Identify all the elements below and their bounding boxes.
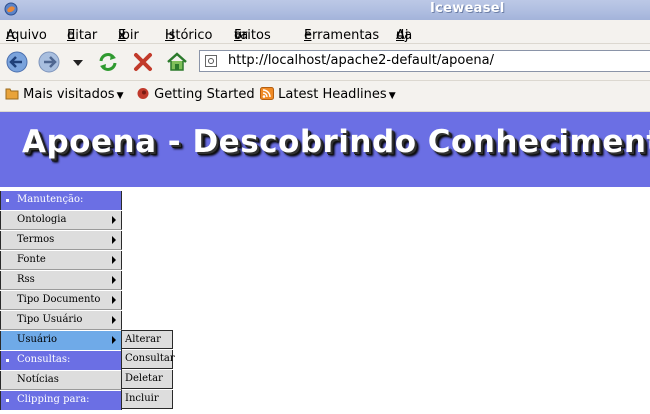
submenu-arrow-icon: [112, 236, 116, 244]
bookmarks-toolbar: Mais visitados ▼ Getting Started Latest H…: [0, 81, 650, 112]
banner-title: Apoena - Descobrindo Conhecimento: [22, 124, 650, 160]
submenu-arrow-icon: [112, 256, 116, 264]
menu-item-tipo-usuario[interactable]: Tipo Usuário: [0, 311, 122, 330]
submenu-item-deletar[interactable]: Deletar: [121, 370, 173, 389]
site-menu: Manutenção: Ontologia Termos Fonte Rss T…: [0, 191, 122, 411]
submenu-arrow-icon: [112, 336, 116, 344]
bullet-icon: [6, 359, 9, 362]
menubar: Arquivo Editar Ex ibir Histórico Fa v orito…: [0, 20, 650, 44]
menu-header-consultas: Consultas:: [0, 351, 122, 370]
submenu-item-incluir[interactable]: Incluir: [121, 390, 173, 409]
submenu-arrow-icon: [112, 296, 116, 304]
bookmark-getting-started[interactable]: Getting Started: [136, 87, 255, 102]
menu-item-rss[interactable]: Rss: [0, 271, 122, 290]
submenu-arrow-icon: [112, 316, 116, 324]
bullet-icon: [6, 399, 9, 402]
menu-item-usuario[interactable]: Usuário: [0, 331, 122, 350]
submenu-item-consultar[interactable]: Consultar: [121, 350, 175, 369]
folder-icon: [5, 88, 19, 100]
usuario-submenu: Alterar Consultar Deletar Incluir: [121, 330, 175, 410]
menu-item-fonte[interactable]: Fonte: [0, 251, 122, 270]
page-favicon-icon: [205, 55, 217, 67]
menu-item-ontologia[interactable]: Ontologia: [0, 211, 122, 230]
url-text: http://localhost/apache2-default/apoena/: [228, 53, 494, 68]
submenu-item-alterar[interactable]: Alterar: [121, 330, 173, 349]
history-dropdown-icon[interactable]: [70, 50, 86, 74]
home-icon[interactable]: [165, 50, 189, 74]
back-arrow-icon[interactable]: [5, 50, 29, 74]
url-bar[interactable]: http://localhost/apache2-default/apoena/: [199, 50, 650, 72]
menu-header-manutencao: Manutenção:: [0, 191, 122, 210]
menu-item-termos[interactable]: Termos: [0, 231, 122, 250]
bookmark-latest-headlines[interactable]: Latest Headlines ▼: [260, 87, 396, 102]
rss-feed-icon: [260, 87, 274, 100]
submenu-arrow-icon: [112, 216, 116, 224]
reload-icon[interactable]: [96, 50, 120, 74]
page-banner: Apoena - Descobrindo Conhecimento: [0, 112, 650, 187]
menu-item-noticias[interactable]: Notícias: [0, 371, 122, 390]
menu-item-tipo-documento[interactable]: Tipo Documento: [0, 291, 122, 310]
stop-icon[interactable]: [131, 50, 155, 74]
forward-arrow-icon[interactable]: [37, 50, 61, 74]
bullet-icon: [6, 199, 9, 202]
browser-app-icon: [4, 2, 18, 16]
firefox-icon: [137, 88, 149, 99]
window-title: Iceweasel: [430, 1, 505, 16]
submenu-arrow-icon: [112, 276, 116, 284]
window-titlebar: Iceweasel: [0, 0, 650, 20]
menu-header-clipping: Clipping para:: [0, 391, 122, 410]
bookmark-mais-visitados[interactable]: Mais visitados ▼: [5, 87, 124, 102]
